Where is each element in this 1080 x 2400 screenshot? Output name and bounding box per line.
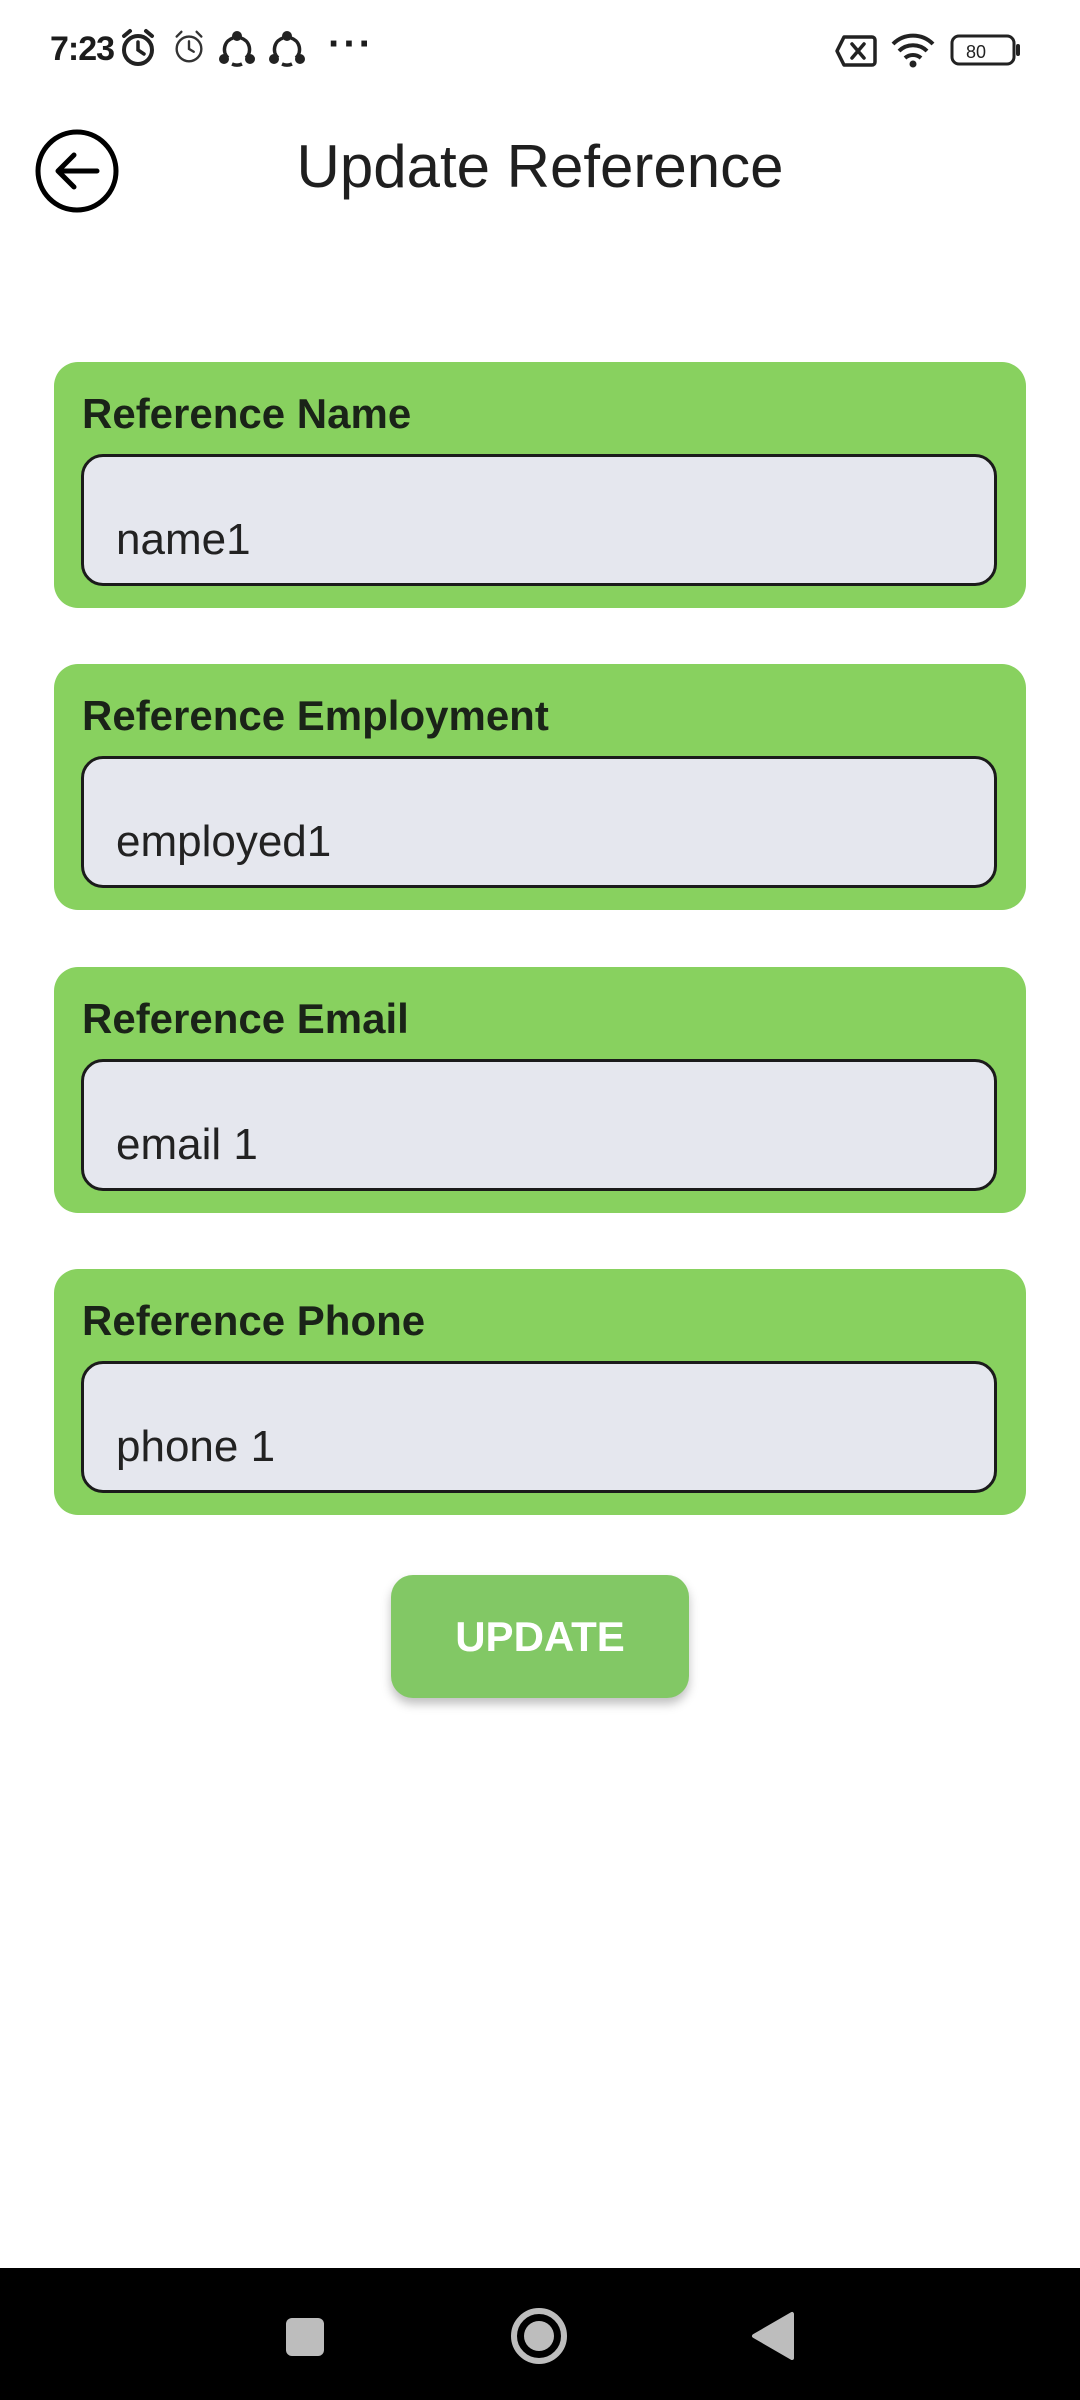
back-triangle-icon xyxy=(752,2312,794,2360)
home-button[interactable] xyxy=(499,2296,579,2376)
reference-email-input[interactable] xyxy=(81,1059,997,1191)
reference-name-label: Reference Name xyxy=(82,390,412,437)
reference-name-input[interactable] xyxy=(81,454,997,586)
reference-email-label: Reference Email xyxy=(82,995,409,1042)
battery-level: 80 xyxy=(966,42,986,62)
recents-button[interactable] xyxy=(264,2296,344,2376)
back-nav-button[interactable] xyxy=(734,2296,814,2376)
battery-icon: 80 xyxy=(950,34,1020,66)
system-navigation-bar xyxy=(0,2268,1080,2400)
more-notifications-indicator: ··· xyxy=(328,22,374,66)
reference-employment-card: Reference Employment xyxy=(54,664,1026,910)
reference-employment-label: Reference Employment xyxy=(82,692,549,739)
alarm-outline-icon xyxy=(175,30,203,63)
reference-phone-label: Reference Phone xyxy=(82,1297,426,1344)
share-app-icon-2 xyxy=(269,31,305,67)
reference-email-card: Reference Email xyxy=(54,967,1026,1213)
share-app-icon xyxy=(219,31,255,67)
status-bar: 7:23 ··· 80 xyxy=(0,0,1080,100)
reference-phone-card: Reference Phone xyxy=(54,1269,1026,1515)
alarm-icon xyxy=(122,29,154,66)
recents-square-icon xyxy=(286,2318,324,2356)
reference-name-card: Reference Name xyxy=(54,362,1026,608)
reference-phone-input[interactable] xyxy=(81,1361,997,1493)
no-sim-icon xyxy=(835,35,877,67)
wifi-icon xyxy=(891,33,935,68)
page-title: Update Reference xyxy=(296,133,784,200)
reference-employment-input[interactable] xyxy=(81,756,997,888)
update-button[interactable]: UPDATE xyxy=(391,1575,689,1698)
home-circle-icon xyxy=(511,2308,567,2364)
status-time: 7:23 xyxy=(50,30,115,68)
